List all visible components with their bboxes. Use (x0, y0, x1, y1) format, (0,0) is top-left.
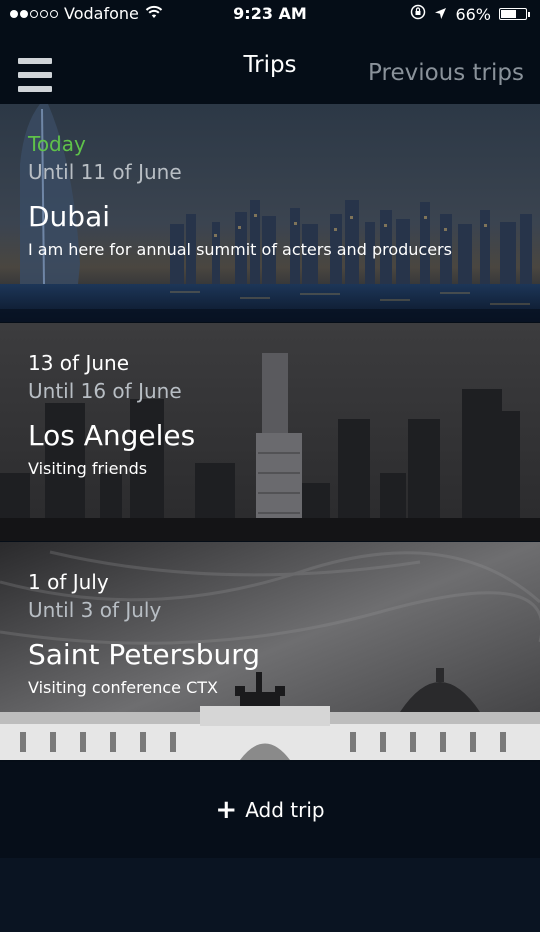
trip-city: Saint Petersburg (28, 638, 261, 671)
trip-date: Today (28, 132, 86, 156)
add-trip-label: Add trip (245, 798, 325, 822)
trip-description: I am here for annual summit of acters an… (28, 240, 452, 259)
bottom-empty-area (0, 858, 540, 932)
battery-icon (499, 8, 527, 20)
trip-date: 1 of July (28, 570, 109, 594)
nav-bar: Trips Previous trips (0, 30, 540, 102)
trip-city: Los Angeles (28, 419, 196, 452)
trip-city: Dubai (28, 200, 111, 233)
battery-percent: 66% (455, 4, 491, 24)
rotation-lock-icon (410, 4, 426, 24)
previous-trips-button[interactable]: Previous trips (368, 60, 524, 86)
trip-card-los-angeles[interactable]: 13 of June Until 16 of June Los Angeles … (0, 323, 540, 541)
trip-description: Visiting conference CTX (28, 678, 218, 697)
add-trip-button[interactable]: + Add trip (0, 762, 540, 858)
trip-until: Until 3 of July (28, 598, 162, 622)
trip-until: Until 16 of June (28, 379, 182, 403)
trip-card-saint-petersburg[interactable]: 1 of July Until 3 of July Saint Petersbu… (0, 542, 540, 760)
trip-until: Until 11 of June (28, 160, 182, 184)
status-bar: Vodafone 9:23 AM 66% (0, 0, 540, 30)
plus-icon: + (215, 795, 238, 825)
trip-card-dubai[interactable]: Today Until 11 of June Dubai I am here f… (0, 104, 540, 322)
trip-description: Visiting friends (28, 459, 148, 478)
location-arrow-icon (434, 5, 447, 24)
trip-date: 13 of June (28, 351, 129, 375)
status-right: 66% (410, 4, 530, 24)
